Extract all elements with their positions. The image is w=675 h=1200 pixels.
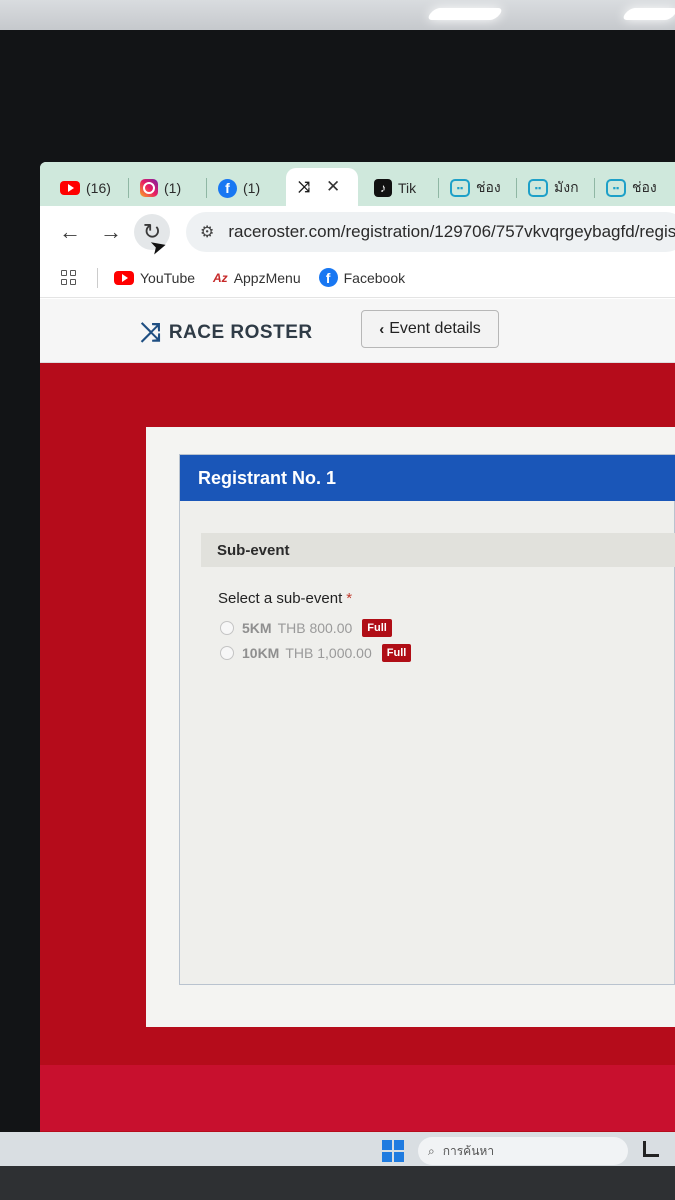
tab-divider	[594, 178, 595, 198]
event-details-label: Event details	[389, 320, 481, 337]
tab-label: ช่อง	[476, 179, 501, 195]
close-tab-icon[interactable]: ✕	[326, 177, 340, 197]
tab-label: (16)	[86, 180, 111, 196]
race-roster-logo[interactable]: ⤨ RACE ROSTER	[140, 317, 313, 349]
tiktok-icon: ♪	[374, 179, 392, 197]
tab-instagram[interactable]: (1)	[132, 170, 189, 206]
desk-surface	[0, 1166, 675, 1200]
ceiling-light	[425, 8, 505, 20]
option-price: THB 800.00	[277, 620, 353, 636]
tab-divider	[128, 178, 129, 198]
tab-label: มังก	[554, 179, 579, 195]
apps-grid-icon[interactable]	[61, 269, 77, 286]
taskbar-search[interactable]: ⌕ การค้นหา	[418, 1137, 628, 1165]
field-label-text: Select a sub-event	[218, 590, 343, 607]
arrow-right-icon: →	[100, 219, 122, 244]
instagram-icon	[140, 179, 158, 197]
radio-button[interactable]	[220, 621, 234, 635]
taskbar-app-icon[interactable]	[643, 1141, 659, 1157]
back-button[interactable]: ←	[54, 216, 86, 248]
room-ceiling	[0, 0, 675, 34]
logo-text: RACE ROSTER	[168, 322, 313, 343]
registrant-title: Registrant No. 1	[198, 467, 337, 488]
bookmark-label: Facebook	[343, 269, 406, 286]
arrow-left-icon: ←	[59, 219, 81, 244]
tab-twitch-1[interactable]: ▪▪ ช่อง	[442, 170, 509, 206]
bookmark-label: AppzMenu	[233, 269, 301, 286]
full-badge: Full	[381, 644, 412, 662]
sub-event-section-header: Sub-event	[201, 533, 675, 567]
full-badge: Full	[362, 619, 392, 637]
search-icon: ⌕	[428, 1143, 435, 1158]
sub-event-option-10km[interactable]: 10KM THB 1,000.00 Full	[220, 644, 412, 662]
event-details-button[interactable]: ‹ Event details	[361, 310, 499, 348]
ceiling-light	[620, 8, 675, 20]
url-text: raceroster.com/registration/129706/757vk…	[228, 222, 675, 241]
twitch-icon: ▪▪	[606, 179, 626, 197]
tab-raceroster[interactable]: ⤨ ✕	[286, 168, 358, 206]
youtube-icon	[60, 181, 80, 195]
tab-twitch-2[interactable]: ▪▪ มังก	[520, 170, 587, 206]
option-price: THB 1,000.00	[285, 645, 372, 661]
bookmarks-bar: YouTube Az AppzMenu f Facebook	[40, 258, 675, 298]
twitch-icon: ▪▪	[528, 179, 548, 197]
address-bar[interactable]: ⚙ raceroster.com/registration/129706/757…	[186, 212, 675, 252]
runner-logo-icon: ⤨	[140, 317, 161, 347]
option-name: 10KM	[242, 645, 280, 661]
browser-window: (16) (1) f (1) ⤨ ✕ ♪ Tik ▪▪ ช่อง ▪▪ มังก	[40, 162, 675, 1132]
raceroster-icon: ⤨	[297, 178, 310, 196]
registrant-header: Registrant No. 1	[180, 455, 675, 501]
sub-event-option-5km[interactable]: 5KM THB 800.00 Full	[220, 619, 392, 637]
section-title: Sub-event	[217, 541, 290, 559]
site-header: ⤨ RACE ROSTER ‹ Event details	[40, 299, 675, 363]
tab-facebook[interactable]: f (1)	[210, 170, 268, 206]
option-name: 5KM	[242, 620, 272, 636]
bookmark-youtube[interactable]: YouTube	[114, 270, 195, 286]
youtube-icon	[114, 270, 134, 285]
windows-start-icon[interactable]	[382, 1140, 404, 1162]
required-marker: *	[346, 590, 353, 607]
bookmark-facebook[interactable]: f Facebook	[318, 268, 406, 287]
windows-taskbar: ⌕ การค้นหา	[0, 1132, 675, 1168]
tab-divider	[516, 178, 517, 198]
appzmenu-icon: Az	[213, 270, 228, 285]
bookmark-label: YouTube	[140, 269, 196, 286]
forward-button[interactable]: →	[95, 216, 127, 248]
site-settings-icon[interactable]: ⚙	[200, 222, 214, 242]
twitch-icon: ▪▪	[450, 179, 470, 197]
page-footer-band	[40, 1065, 675, 1131]
browser-toolbar: ← → ↻ ➤ ⚙ raceroster.com/registration/12…	[40, 206, 675, 260]
tab-label: (1)	[243, 180, 261, 196]
tab-tiktok[interactable]: ♪ Tik	[366, 170, 424, 206]
tab-divider	[438, 178, 439, 198]
facebook-icon: f	[318, 268, 338, 287]
registrant-card: Registrant No. 1 Sub-event Select a sub-…	[179, 454, 675, 985]
facebook-icon: f	[218, 178, 237, 198]
chevron-left-icon: ‹	[379, 320, 385, 338]
sub-event-field-label: Select a sub-event *	[218, 590, 352, 607]
radio-button[interactable]	[220, 646, 234, 660]
bookmark-appzmenu[interactable]: Az AppzMenu	[213, 270, 301, 286]
tab-divider	[206, 178, 207, 198]
tab-youtube[interactable]: (16)	[52, 170, 119, 206]
bookmarks-divider	[97, 267, 98, 288]
tab-label: ช่อง	[632, 179, 657, 195]
tab-twitch-3[interactable]: ▪▪ ช่อง	[598, 170, 665, 206]
search-placeholder: การค้นหา	[442, 1143, 495, 1158]
tab-label: (1)	[164, 180, 182, 196]
tab-strip: (16) (1) f (1) ⤨ ✕ ♪ Tik ▪▪ ช่อง ▪▪ มังก	[40, 162, 675, 206]
tab-label: Tik	[398, 180, 417, 196]
